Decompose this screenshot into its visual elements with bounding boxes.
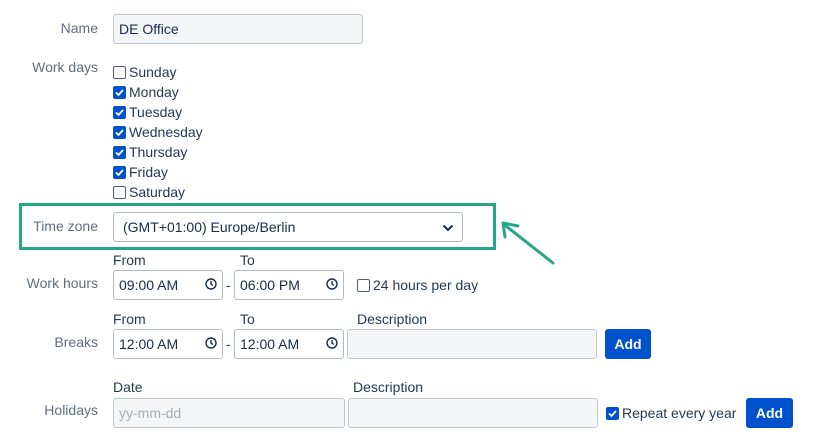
annotation-arrow-icon xyxy=(501,221,555,265)
day-label: Thursday xyxy=(129,144,188,160)
repeat-every-year-checkbox[interactable] xyxy=(606,406,619,420)
work-hours-to-label: To xyxy=(240,252,255,268)
time-zone-select[interactable]: (GMT+01:00) Europe/Berlin xyxy=(113,212,463,242)
day-thursday[interactable]: Thursday xyxy=(113,142,203,162)
tuesday-checkbox[interactable] xyxy=(113,105,126,119)
breaks-from-input[interactable]: 12:00 AM xyxy=(113,329,223,359)
work-hours-from-label: From xyxy=(113,252,146,268)
all-day-label: 24 hours per day xyxy=(373,277,479,293)
work-hours-from-input[interactable]: 09:00 AM xyxy=(113,270,223,300)
day-monday[interactable]: Monday xyxy=(113,82,203,102)
breaks-to-input[interactable]: 12:00 AM xyxy=(234,329,344,359)
day-tuesday[interactable]: Tuesday xyxy=(113,102,203,122)
chevron-down-icon xyxy=(442,219,454,235)
work-hours-label: Work hours xyxy=(26,275,98,291)
monday-checkbox[interactable] xyxy=(113,85,126,99)
day-label: Monday xyxy=(129,84,179,100)
all-day-option[interactable]: 24 hours per day xyxy=(357,275,478,295)
holidays-add-button[interactable]: Add xyxy=(746,398,793,428)
breaks-description-label: Description xyxy=(357,311,428,327)
name-label: Name xyxy=(60,20,98,36)
day-friday[interactable]: Friday xyxy=(113,162,203,182)
wednesday-checkbox[interactable] xyxy=(113,125,126,139)
breaks-add-button[interactable]: Add xyxy=(605,329,651,359)
work-days-label: Work days xyxy=(32,59,98,75)
sunday-checkbox[interactable] xyxy=(113,65,126,79)
day-saturday[interactable]: Saturday xyxy=(113,182,203,202)
breaks-description-input[interactable] xyxy=(347,329,597,359)
holidays-date-input[interactable]: yy-mm-dd xyxy=(113,398,345,428)
work-hours-to-value: 06:00 PM xyxy=(240,277,300,293)
clock-icon[interactable] xyxy=(205,277,217,293)
repeat-every-year-option[interactable]: Repeat every year xyxy=(606,403,736,423)
work-days-list: Sunday Monday Tuesday Wednesday Thursday… xyxy=(113,62,203,202)
holidays-label: Holidays xyxy=(44,402,98,418)
holidays-description-input[interactable] xyxy=(348,398,598,428)
thursday-checkbox[interactable] xyxy=(113,145,126,159)
breaks-from-value: 12:00 AM xyxy=(119,336,179,352)
day-label: Wednesday xyxy=(129,124,203,140)
friday-checkbox[interactable] xyxy=(113,165,126,179)
work-hours-to-input[interactable]: 06:00 PM xyxy=(234,270,344,300)
name-value: DE Office xyxy=(119,21,179,37)
day-label: Tuesday xyxy=(129,104,183,120)
saturday-checkbox[interactable] xyxy=(113,185,126,199)
name-field[interactable]: DE Office xyxy=(113,14,363,44)
time-zone-label: Time zone xyxy=(33,218,98,234)
work-hours-separator: - xyxy=(226,277,231,293)
holidays-description-label: Description xyxy=(353,379,424,395)
repeat-every-year-label: Repeat every year xyxy=(622,405,737,421)
breaks-separator: - xyxy=(226,336,231,352)
work-hours-from-value: 09:00 AM xyxy=(119,277,179,293)
clock-icon[interactable] xyxy=(205,336,217,352)
breaks-to-value: 12:00 AM xyxy=(240,336,300,352)
clock-icon[interactable] xyxy=(326,336,338,352)
day-sunday[interactable]: Sunday xyxy=(113,62,203,82)
time-zone-value: (GMT+01:00) Europe/Berlin xyxy=(123,219,296,235)
day-wednesday[interactable]: Wednesday xyxy=(113,122,203,142)
day-label: Friday xyxy=(129,164,168,180)
day-label: Sunday xyxy=(129,64,177,80)
holidays-date-label: Date xyxy=(113,379,143,395)
breaks-from-label: From xyxy=(113,311,146,327)
day-label: Saturday xyxy=(129,184,186,200)
breaks-to-label: To xyxy=(240,311,255,327)
holidays-date-placeholder: yy-mm-dd xyxy=(119,405,182,421)
breaks-label: Breaks xyxy=(54,334,98,350)
all-day-checkbox[interactable] xyxy=(357,278,370,292)
clock-icon[interactable] xyxy=(326,277,338,293)
